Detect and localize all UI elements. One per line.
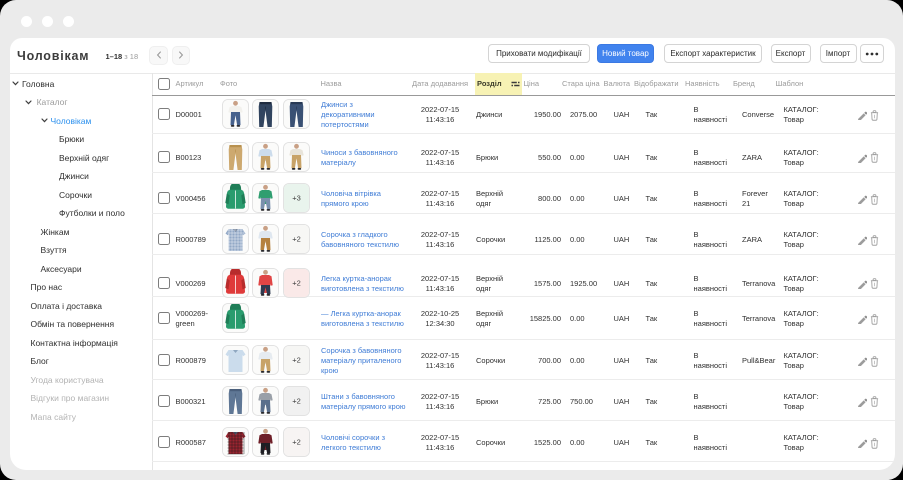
svg-text:+2: +2 (292, 235, 301, 244)
svg-text:+2: +2 (292, 438, 301, 447)
svg-text:+2: +2 (292, 396, 301, 405)
svg-text:+2: +2 (292, 356, 301, 365)
svg-text:+3: +3 (292, 194, 301, 203)
svg-text:+2: +2 (292, 278, 301, 287)
